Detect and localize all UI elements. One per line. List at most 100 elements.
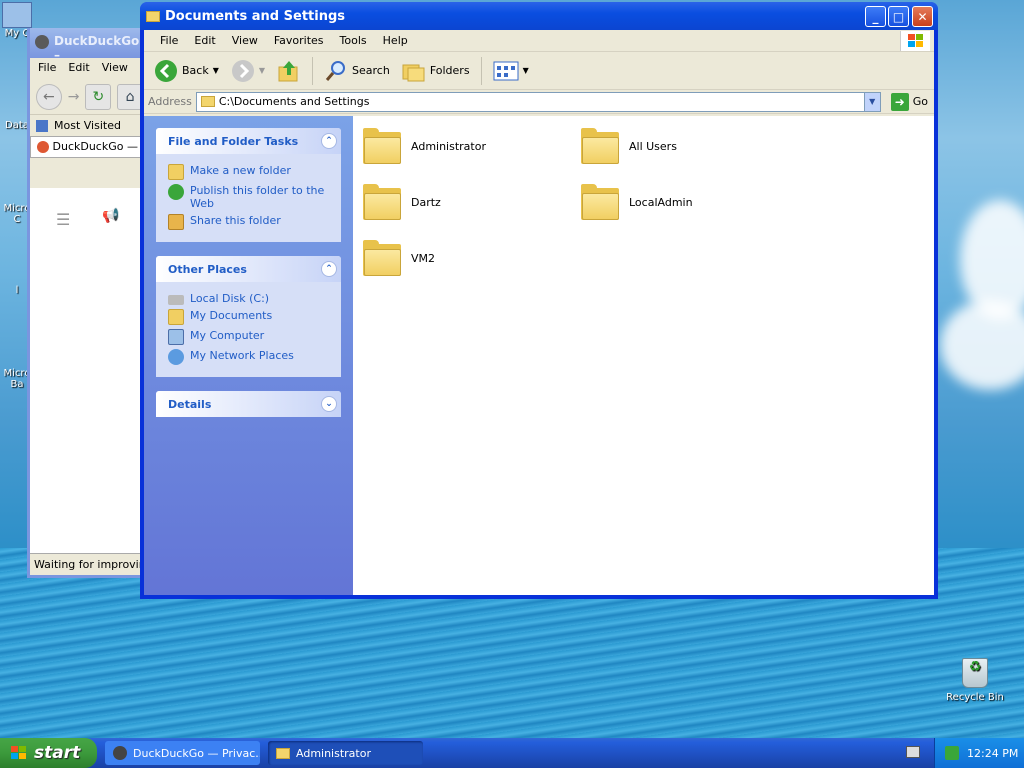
folder-icon	[146, 10, 160, 22]
toolbar-separator	[480, 56, 482, 85]
folders-button[interactable]: Folders	[398, 58, 474, 84]
my-computer-icon	[168, 329, 184, 345]
windows-flag-icon	[11, 746, 26, 759]
group-header[interactable]: Other Places ⌃	[156, 256, 341, 282]
menu-view[interactable]: View	[102, 61, 128, 77]
explorer-window[interactable]: Documents and Settings _ □ ✕ File Edit V…	[140, 2, 938, 599]
group-title: Details	[168, 397, 212, 411]
folder-name: All Users	[629, 139, 677, 153]
start-button[interactable]: start	[0, 738, 97, 768]
folder-name: Dartz	[411, 195, 441, 209]
network-icon[interactable]	[945, 746, 959, 760]
back-dropdown-icon[interactable]: ▼	[213, 66, 219, 75]
folder-item[interactable]: VM2	[363, 240, 435, 276]
tab-title: DuckDuckGo — Pri	[52, 140, 149, 153]
forward-button[interactable]: ▼	[227, 57, 269, 85]
back-arrow-icon[interactable]: ←	[36, 84, 62, 110]
menu-edit[interactable]: Edit	[68, 61, 89, 77]
file-folder-tasks-group: File and Folder Tasks ⌃ Make a new folde…	[156, 128, 341, 242]
bookmark-most-visited[interactable]: Most Visited	[54, 119, 121, 132]
system-tray: 12:24 PM	[934, 738, 1024, 768]
task-pane: File and Folder Tasks ⌃ Make a new folde…	[144, 116, 353, 595]
hamburger-menu-icon[interactable]: ☰	[56, 210, 70, 229]
folder-item[interactable]: Dartz	[363, 184, 441, 220]
menu-tools[interactable]: Tools	[332, 34, 375, 47]
search-icon	[325, 60, 346, 81]
local-disk-icon	[168, 295, 184, 305]
browser-tab[interactable]: DuckDuckGo — Pri	[30, 136, 149, 158]
maximize-button[interactable]: □	[888, 6, 909, 27]
new-folder-icon	[168, 164, 184, 180]
link-label: My Documents	[190, 309, 273, 322]
duckduckgo-icon	[37, 141, 49, 153]
keyboard-icon[interactable]	[906, 746, 920, 758]
menu-help[interactable]: Help	[375, 34, 416, 47]
start-label: start	[34, 743, 81, 763]
explorer-main: File and Folder Tasks ⌃ Make a new folde…	[144, 116, 934, 595]
folder-item[interactable]: All Users	[581, 128, 677, 164]
place-link-network[interactable]: My Network Places	[168, 349, 331, 365]
address-dropdown-icon[interactable]: ▼	[863, 92, 880, 111]
menu-favorites[interactable]: Favorites	[266, 34, 332, 47]
taskbar-item-administrator[interactable]: Administrator	[268, 741, 423, 765]
reload-icon[interactable]: ↻	[85, 84, 112, 110]
address-bar: Address C:\Documents and Settings ▼ ➜ Go	[144, 90, 934, 114]
folder-name: Administrator	[411, 139, 486, 153]
forward-arrow-icon[interactable]: →	[68, 89, 80, 105]
taskbar: start DuckDuckGo — Privac... Administrat…	[0, 738, 1024, 768]
folder-item[interactable]: LocalAdmin	[581, 184, 693, 220]
views-button[interactable]: ▼	[489, 59, 533, 83]
menu-file[interactable]: File	[38, 61, 56, 77]
explorer-titlebar[interactable]: Documents and Settings _ □ ✕	[140, 2, 938, 30]
link-label: Local Disk (C:)	[190, 292, 270, 305]
close-button[interactable]: ✕	[912, 6, 933, 27]
megaphone-icon[interactable]: 📢	[102, 208, 119, 224]
collapse-chevron-icon[interactable]: ⌃	[321, 261, 337, 277]
link-label: Make a new folder	[190, 164, 291, 177]
browser-title: DuckDuckGo –	[54, 34, 140, 62]
task-link-make-folder[interactable]: Make a new folder	[168, 164, 331, 180]
group-header[interactable]: File and Folder Tasks ⌃	[156, 128, 341, 154]
collapse-chevron-icon[interactable]: ⌃	[321, 133, 337, 149]
search-button[interactable]: Search	[320, 57, 394, 85]
task-link-publish[interactable]: Publish this folder to the Web	[168, 184, 331, 210]
browser-window[interactable]: DuckDuckGo – File Edit View ← → ↻ ⌂ Most…	[27, 28, 152, 578]
desktop-icon-recycle-bin[interactable]: ♻ Recycle Bin	[940, 658, 1010, 703]
link-label: My Computer	[190, 329, 265, 342]
address-field[interactable]: C:\Documents and Settings ▼	[195, 91, 881, 112]
link-label: Share this folder	[190, 214, 281, 227]
menu-view[interactable]: View	[224, 34, 266, 47]
menu-edit[interactable]: Edit	[186, 34, 223, 47]
clock[interactable]: 12:24 PM	[967, 747, 1018, 760]
place-link-local-disk[interactable]: Local Disk (C:)	[168, 292, 331, 305]
other-places-group: Other Places ⌃ Local Disk (C:) My Docume…	[156, 256, 341, 377]
folder-name: LocalAdmin	[629, 195, 693, 209]
firefox-icon	[35, 35, 49, 49]
publish-web-icon	[168, 184, 184, 200]
group-header[interactable]: Details ⌄	[156, 391, 341, 417]
forward-arrow-icon	[231, 59, 254, 82]
forward-dropdown-icon[interactable]: ▼	[259, 66, 265, 75]
minimize-button[interactable]: _	[865, 6, 886, 27]
taskbar-item-duckduckgo[interactable]: DuckDuckGo — Privac...	[105, 741, 260, 765]
up-button[interactable]	[273, 57, 305, 85]
go-arrow-icon: ➜	[890, 92, 909, 111]
toolbar-separator	[312, 56, 314, 85]
bookmark-icon	[36, 119, 48, 132]
task-label: Administrator	[296, 746, 371, 760]
folder-up-icon	[278, 60, 298, 81]
menu-file[interactable]: File	[152, 34, 186, 47]
browser-titlebar[interactable]: DuckDuckGo –	[30, 28, 149, 62]
search-label: Search	[352, 64, 390, 77]
folder-icon	[581, 128, 619, 164]
place-link-my-computer[interactable]: My Computer	[168, 329, 331, 345]
folder-name: VM2	[411, 251, 436, 265]
task-link-share[interactable]: Share this folder	[168, 214, 331, 230]
go-button[interactable]: ➜ Go	[885, 92, 934, 111]
folder-icon	[276, 747, 290, 759]
folder-item[interactable]: Administrator	[363, 128, 486, 164]
place-link-my-documents[interactable]: My Documents	[168, 309, 331, 325]
back-button[interactable]: Back ▼	[150, 57, 223, 85]
bookmarks-bar: Most Visited	[30, 114, 149, 136]
expand-chevron-icon[interactable]: ⌄	[321, 396, 337, 412]
